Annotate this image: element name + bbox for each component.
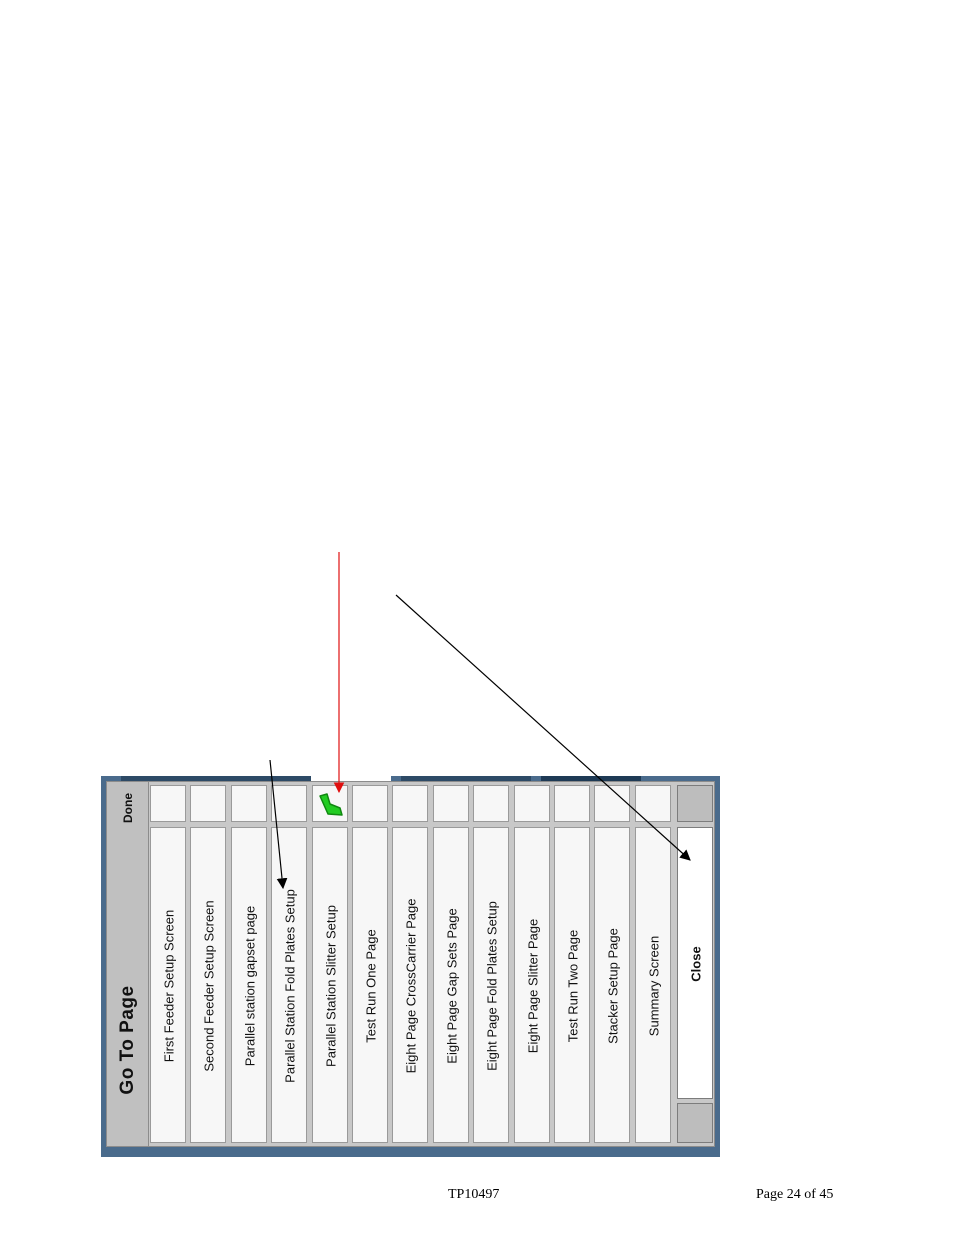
goto-page-button[interactable]: Parallel station gapset page <box>230 827 267 1143</box>
close-button[interactable]: Close <box>677 827 714 1099</box>
goto-page-dialog: Done Go To Page First Feeder Setup Scree… <box>106 781 715 1147</box>
goto-page-button-label: First Feeder Setup Screen <box>161 909 177 1063</box>
goto-page-button-label: Eight Page Gap Sets Page <box>444 908 460 1064</box>
goto-page-button-label: Parallel Station Fold Plates Setup <box>282 889 298 1083</box>
done-column-header: Done <box>121 793 135 823</box>
done-indicator-cell <box>190 785 227 822</box>
done-indicator-cell <box>311 785 348 822</box>
goto-page-button[interactable]: Summary Screen <box>634 827 671 1143</box>
goto-page-button-label: Eight Page Slitter Page <box>525 918 541 1054</box>
page-list-item: Test Run Two Page <box>553 782 591 1146</box>
goto-page-button[interactable]: Eight Page CrossCarrier Page <box>392 827 429 1143</box>
goto-page-button[interactable]: Second Feeder Setup Screen <box>190 827 227 1143</box>
goto-page-button[interactable]: Eight Page Gap Sets Page <box>432 827 469 1143</box>
page-list-item: Eight Page Fold Plates Setup <box>472 782 510 1146</box>
done-indicator-cell <box>271 785 308 822</box>
goto-page-button[interactable]: Test Run Two Page <box>554 827 590 1143</box>
goto-page-button-label: Parallel station gapset page <box>242 905 258 1067</box>
page-list-item: Stacker Setup Page <box>593 782 631 1146</box>
goto-page-button-label: Parallel Station Slitter Setup <box>323 905 339 1067</box>
page-list-item: Parallel Station Slitter Setup <box>311 782 349 1146</box>
footer-page-number: Page 24 of 45 <box>756 1187 834 1202</box>
done-indicator-cell <box>594 785 631 822</box>
goto-page-button[interactable]: Stacker Setup Page <box>594 827 631 1143</box>
page-list-item: Parallel Station Fold Plates Setup <box>270 782 308 1146</box>
goto-page-button-label: Summary Screen <box>646 935 662 1037</box>
done-indicator-cell <box>473 785 510 822</box>
done-indicator-cell <box>513 785 550 822</box>
checkmark-icon <box>318 793 343 816</box>
goto-page-button[interactable]: Parallel Station Fold Plates Setup <box>271 827 308 1143</box>
done-indicator-cell <box>554 785 590 822</box>
goto-page-button[interactable]: Eight Page Slitter Page <box>513 827 550 1143</box>
page-list-item: Eight Page Gap Sets Page <box>432 782 470 1146</box>
goto-page-button[interactable]: First Feeder Setup Screen <box>150 827 186 1143</box>
goto-page-button[interactable]: Test Run One Page <box>352 827 388 1143</box>
goto-page-button-label: Test Run Two Page <box>565 929 581 1043</box>
done-indicator-cell <box>150 785 186 822</box>
goto-page-button-label: Test Run One Page <box>363 929 379 1043</box>
done-indicator-cell <box>392 785 429 822</box>
done-indicator-cell <box>230 785 267 822</box>
close-spacer-top <box>677 785 714 822</box>
page-list-item: Parallel station gapset page <box>230 782 268 1146</box>
goto-page-button-label: Stacker Setup Page <box>605 928 621 1044</box>
goto-page-button-label: Eight Page CrossCarrier Page <box>403 898 419 1074</box>
close-column: Close <box>676 782 714 1146</box>
done-indicator-cell <box>432 785 469 822</box>
goto-page-button[interactable]: Parallel Station Slitter Setup <box>311 827 348 1143</box>
page-list-item: Summary Screen <box>634 782 672 1146</box>
goto-page-button-label: Second Feeder Setup Screen <box>201 900 217 1072</box>
done-indicator-cell <box>352 785 388 822</box>
page-list-item: First Feeder Setup Screen <box>149 782 187 1146</box>
page-list-item: Eight Page Slitter Page <box>513 782 551 1146</box>
page-list-item: Eight Page CrossCarrier Page <box>391 782 429 1146</box>
goto-page-button[interactable]: Eight Page Fold Plates Setup <box>473 827 510 1143</box>
goto-page-button-label: Eight Page Fold Plates Setup <box>484 901 500 1071</box>
done-indicator-cell <box>634 785 671 822</box>
goto-page-screenshot: Done Go To Page First Feeder Setup Scree… <box>101 776 720 1157</box>
page-list-item: Test Run One Page <box>351 782 389 1146</box>
footer-doc-id: TP10497 <box>448 1187 500 1202</box>
page-list-item: Second Feeder Setup Screen <box>189 782 227 1146</box>
close-spacer-bottom <box>677 1103 714 1143</box>
close-button-label: Close <box>688 946 704 982</box>
dialog-title-bar: Done Go To Page <box>107 782 149 1146</box>
dialog-title: Go To Page <box>117 985 138 1095</box>
